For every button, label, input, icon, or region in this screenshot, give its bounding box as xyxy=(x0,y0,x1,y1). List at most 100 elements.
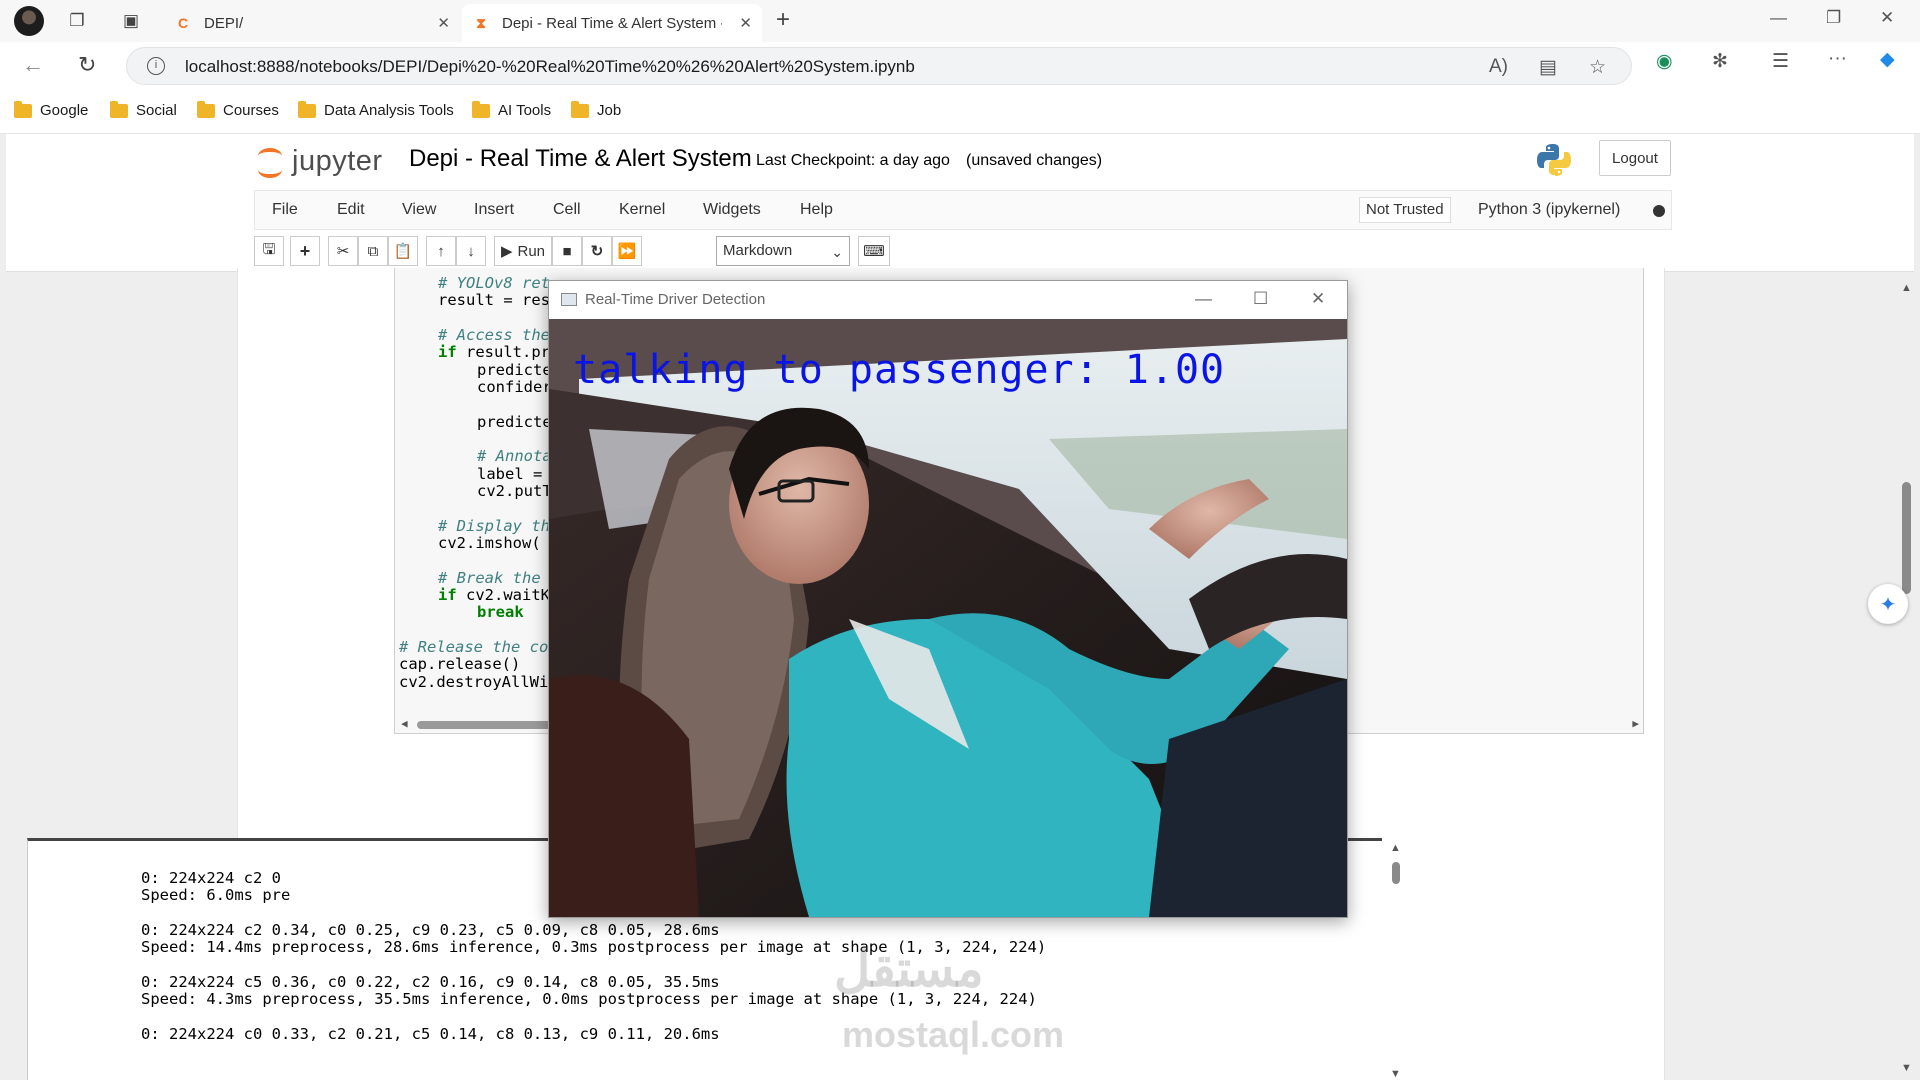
opencv-window[interactable]: Real-Time Driver Detection — ☐ ✕ talking… xyxy=(548,280,1348,918)
cell-type-select[interactable]: Markdown ⌄ xyxy=(716,236,850,266)
move-up-icon[interactable]: ↑ xyxy=(426,236,456,266)
back-icon[interactable]: ← xyxy=(22,52,44,78)
url-text[interactable]: localhost:8888/notebooks/DEPI/Depi%20-%2… xyxy=(185,57,915,77)
bookmark-job[interactable]: Job xyxy=(571,100,621,119)
read-aloud-icon[interactable]: A) xyxy=(1489,56,1508,78)
move-down-icon[interactable]: ↓ xyxy=(456,236,486,266)
code-line: cv2.imshow( xyxy=(438,533,541,552)
kernel-status-indicator xyxy=(1653,205,1665,217)
browser-window: ❐ ▣ C DEPI/ ✕ ⧗ Depi - Real Time & Alert… xyxy=(0,0,1920,1080)
favorites-icon[interactable]: ☰ xyxy=(1772,50,1789,73)
kernel-name[interactable]: Python 3 (ipykernel) xyxy=(1478,201,1620,219)
output-line: 0: 224x224 c2 0.34, c0 0.25, c9 0.23, c5… xyxy=(141,920,720,939)
copilot-sidebar-button[interactable]: ✦ xyxy=(1868,584,1908,624)
interrupt-icon[interactable]: ■ xyxy=(552,236,582,266)
code-line: # Annota xyxy=(477,447,552,466)
new-tab-button[interactable]: + xyxy=(776,6,790,34)
cut-icon[interactable]: ✂ xyxy=(328,236,358,266)
watermark-logo: مستقل xyxy=(834,941,984,997)
copy-icon[interactable]: ⧉ xyxy=(358,236,388,266)
folder-icon xyxy=(472,100,490,118)
save-icon[interactable]: 🖫 xyxy=(254,236,284,266)
menu-kernel[interactable]: Kernel xyxy=(619,201,665,219)
scrollbar-thumb[interactable] xyxy=(1902,482,1911,594)
code-text: cv2.waitK xyxy=(456,585,550,604)
folder-icon xyxy=(14,100,32,118)
window-app-icon xyxy=(561,293,577,306)
refresh-icon[interactable]: ↻ xyxy=(78,52,96,78)
keyword: if xyxy=(438,343,457,362)
output-line: 0: 224x224 c0 0.33, c2 0.21, c5 0.14, c8… xyxy=(141,1024,720,1043)
menu-cell[interactable]: Cell xyxy=(553,201,581,219)
code-line: confider xyxy=(477,377,552,396)
not-trusted-button[interactable]: Not Trusted xyxy=(1359,197,1451,223)
output-line: 0: 224x224 c2 0 xyxy=(141,869,281,887)
tab-actions-icon[interactable]: ▣ xyxy=(118,8,144,34)
maximize-icon[interactable]: ☐ xyxy=(1253,289,1268,309)
bookmark-google[interactable]: Google xyxy=(14,100,88,119)
page-vertical-scrollbar[interactable]: ▲ ▼ xyxy=(1896,282,1916,1080)
tab-depi-folder[interactable]: C DEPI/ ✕ xyxy=(164,4,460,42)
site-info-icon[interactable]: i xyxy=(147,57,165,75)
tab-notebook[interactable]: ⧗ Depi - Real Time & Alert System - ✕ xyxy=(462,4,762,42)
copilot-icon[interactable]: ◆ xyxy=(1880,48,1895,71)
paste-icon[interactable]: 📋 xyxy=(388,236,418,266)
command-palette-icon[interactable]: ⌨ xyxy=(858,236,890,266)
menu-view[interactable]: View xyxy=(402,201,436,219)
detection-overlay-label: talking to passenger: 1.00 xyxy=(573,347,1226,393)
code-line: # Release the co xyxy=(399,637,549,656)
restore-icon[interactable]: ❐ xyxy=(1826,8,1841,28)
scroll-up-icon[interactable]: ▲ xyxy=(1901,282,1912,294)
restart-run-all-icon[interactable]: ⏩ xyxy=(612,236,642,266)
menu-widgets[interactable]: Widgets xyxy=(703,201,761,219)
folder-icon xyxy=(298,100,316,118)
tab-strip: ❐ ▣ C DEPI/ ✕ ⧗ Depi - Real Time & Alert… xyxy=(0,0,1920,42)
keyword: if xyxy=(438,585,457,604)
code-line: # YOLOv8 ret xyxy=(438,274,550,292)
workspaces-icon[interactable]: ❐ xyxy=(64,8,90,34)
output-scrollbar[interactable]: ▲ ▼ xyxy=(1388,842,1404,1080)
close-tab-icon[interactable]: ✕ xyxy=(437,14,450,32)
insert-cell-icon[interactable]: + xyxy=(290,236,320,266)
more-menu-icon[interactable]: ··· xyxy=(1828,48,1847,70)
scrollbar-thumb[interactable] xyxy=(1392,862,1400,884)
logout-button[interactable]: Logout xyxy=(1599,140,1671,176)
scroll-down-icon[interactable]: ▼ xyxy=(1901,1062,1912,1074)
tab-title: Depi - Real Time & Alert System - xyxy=(502,14,722,32)
scroll-left-icon[interactable]: ◀ xyxy=(401,717,408,730)
bookmark-courses[interactable]: Courses xyxy=(197,100,279,119)
menu-insert[interactable]: Insert xyxy=(474,201,514,219)
bookmark-ai-tools[interactable]: AI Tools xyxy=(472,100,551,119)
folder-icon xyxy=(571,100,589,118)
output-line: Speed: 6.0ms pre xyxy=(141,886,291,905)
grammarly-extension-icon[interactable]: ◉ xyxy=(1656,50,1673,73)
scroll-down-icon[interactable]: ▼ xyxy=(1390,1068,1401,1080)
minimize-icon[interactable]: — xyxy=(1195,289,1212,309)
address-bar[interactable]: i localhost:8888/notebooks/DEPI/Depi%20-… xyxy=(126,47,1632,85)
immersive-reader-icon[interactable]: ▤ xyxy=(1539,56,1557,79)
jupyter-logo[interactable]: jupyter xyxy=(256,144,383,178)
menu-help[interactable]: Help xyxy=(800,201,833,219)
bookmark-data-analysis-tools[interactable]: Data Analysis Tools xyxy=(298,100,454,119)
close-window-icon[interactable]: ✕ xyxy=(1311,289,1325,309)
opencv-titlebar[interactable]: Real-Time Driver Detection — ☐ ✕ xyxy=(549,281,1347,319)
python-logo-icon xyxy=(1537,144,1571,176)
menu-edit[interactable]: Edit xyxy=(337,201,365,219)
run-button[interactable]: ▶ Run xyxy=(494,236,552,266)
code-line: # Display th xyxy=(438,516,550,535)
close-window-icon[interactable]: ✕ xyxy=(1880,8,1894,28)
close-tab-icon[interactable]: ✕ xyxy=(739,14,752,32)
scroll-right-icon[interactable]: ▶ xyxy=(1632,717,1639,730)
scroll-up-icon[interactable]: ▲ xyxy=(1390,842,1401,854)
bookmark-social[interactable]: Social xyxy=(110,100,177,119)
restart-icon[interactable]: ↻ xyxy=(582,236,612,266)
notebook-title[interactable]: Depi - Real Time & Alert System xyxy=(409,145,752,173)
minimize-icon[interactable]: — xyxy=(1770,8,1787,28)
profile-avatar[interactable] xyxy=(14,6,44,36)
favorite-star-icon[interactable]: ☆ xyxy=(1589,56,1606,79)
hourglass-favicon-icon: ⧗ xyxy=(476,14,486,31)
sparkle-icon: ✦ xyxy=(1879,593,1897,616)
extensions-icon[interactable]: ✻ xyxy=(1712,50,1728,73)
jupyter-favicon-icon: C xyxy=(177,15,189,31)
menu-file[interactable]: File xyxy=(272,201,298,219)
